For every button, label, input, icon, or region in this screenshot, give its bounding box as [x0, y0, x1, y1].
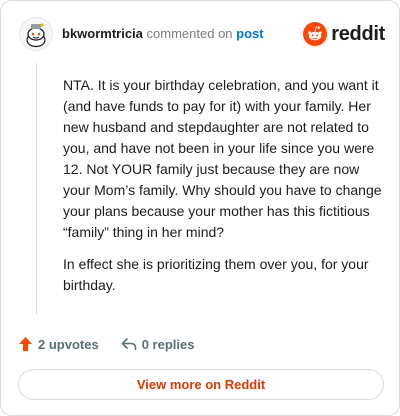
action-text: commented on — [146, 26, 233, 41]
reply-label: 0 replies — [141, 336, 195, 352]
user-avatar[interactable] — [19, 17, 53, 51]
comment-meta: bkwormtricia commented on post — [62, 26, 303, 42]
comment-body: NTA. It is your birthday celebration, an… — [63, 75, 383, 307]
comment-paragraph: NTA. It is your birthday celebration, an… — [63, 77, 382, 240]
comment-header: bkwormtricia commented on post reddit — [19, 15, 385, 53]
thread-line — [36, 63, 37, 315]
username-link[interactable]: bkwormtricia — [62, 26, 143, 41]
comment-paragraph: In effect she is prioritizing them over … — [63, 256, 369, 293]
reply-arrow-icon — [121, 337, 137, 351]
comment-footer: 2 upvotes 0 replies — [18, 333, 194, 355]
upvote-count[interactable]: 2 upvotes — [18, 336, 99, 352]
post-link[interactable]: post — [236, 26, 263, 41]
reply-count[interactable]: 0 replies — [121, 336, 195, 352]
upvote-label: 2 upvotes — [38, 336, 99, 352]
upvote-arrow-icon — [18, 336, 33, 352]
view-more-button[interactable]: View more on Reddit — [18, 369, 384, 400]
reddit-wordmark: reddit — [331, 22, 385, 45]
reddit-logo-icon — [303, 22, 328, 46]
reddit-brand[interactable]: reddit — [303, 22, 385, 46]
comment-embed-card: bkwormtricia commented on post reddit NT… — [0, 0, 400, 416]
snoo-avatar-icon — [26, 23, 46, 48]
